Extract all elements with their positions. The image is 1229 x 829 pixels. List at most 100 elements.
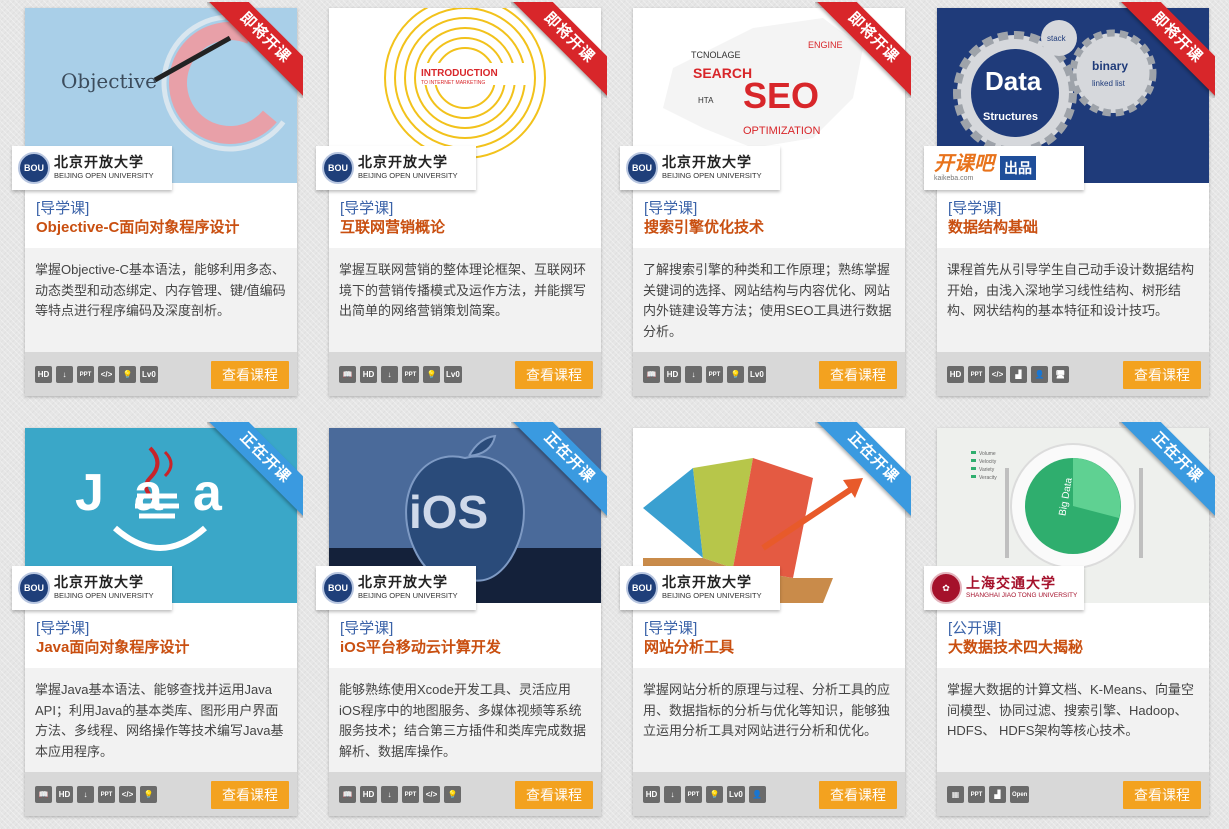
course-description: 能够熟练使用Xcode开发工具、灵活应用iOS程序中的地图服务、多媒体视频等系统… <box>329 668 601 772</box>
ppt-icon: PPT <box>968 786 985 803</box>
code-icon: </> <box>989 366 1006 383</box>
svg-text:OPTIMIZATION: OPTIMIZATION <box>743 125 820 137</box>
view-course-button[interactable]: 查看课程 <box>1123 361 1201 389</box>
status-ribbon: 即将开课 <box>511 2 607 98</box>
book-icon: 📖 <box>643 366 660 383</box>
book-icon: 📖 <box>35 786 52 803</box>
hd-icon: HD <box>664 366 681 383</box>
open-group-icon: Open <box>1010 786 1030 803</box>
download-icon: ↓ <box>381 366 398 383</box>
view-course-button[interactable]: 查看课程 <box>211 781 289 809</box>
view-course-button[interactable]: 查看课程 <box>515 781 593 809</box>
course-description: 掌握Java基本语法、能够查找并运用Java API；利用Java的基本类库、图… <box>25 668 297 772</box>
user-check-icon: 👤 <box>1031 366 1048 383</box>
hd-icon: HD <box>947 366 964 383</box>
im-thumb-subtitle: TO INTERNET MARKETING <box>421 80 485 86</box>
course-card[interactable]: Jaa 正在开课 BOU 北京开放大学 BEIJING OPEN UNIVERSI… <box>12 422 303 816</box>
course-title[interactable]: 互联网营销概论 <box>340 218 445 238</box>
hd-icon: HD <box>643 786 660 803</box>
course-type: [导学课] <box>948 200 1002 217</box>
view-course-button[interactable]: 查看课程 <box>211 361 289 389</box>
lightbulb-icon: 💡 <box>140 786 157 803</box>
course-footer: HD ↓ PPT </> 💡 Lv0 查看课程 <box>25 352 297 396</box>
course-title[interactable]: 数据结构基础 <box>948 218 1038 238</box>
course-footer: 📖 HD ↓ PPT 💡 Lv0 查看课程 <box>329 352 601 396</box>
svg-text:stack: stack <box>1047 34 1067 43</box>
course-footer: 📖 HD ↓ PPT </> 💡 查看课程 <box>329 772 601 816</box>
course-description: 掌握网站分析的原理与过程、分析工具的应用、数据指标的分析与优化等知识，能够独立运… <box>633 668 905 772</box>
lightbulb-icon: 💡 <box>423 366 440 383</box>
status-ribbon: 即将开课 <box>207 2 303 98</box>
course-title[interactable]: 大数据技术四大揭秘 <box>948 638 1083 658</box>
beijing-open-university-logo: BOU 北京开放大学 BEIJING OPEN UNIVERSITY <box>316 146 476 190</box>
course-type: [导学课] <box>340 620 394 637</box>
course-title[interactable]: iOS平台移动云计算开发 <box>340 638 501 658</box>
course-grid: Objective 即将开课 BOU 北京开放大学 BEIJING OPEN UN… <box>0 0 1229 829</box>
kaikeba-logo: 开课吧 kaikeba.com 出品 <box>924 146 1084 190</box>
svg-text:Variety: Variety <box>979 467 995 473</box>
ppt-icon: PPT <box>98 786 115 803</box>
beijing-open-university-logo: BOU 北京开放大学 BEIJING OPEN UNIVERSITY <box>620 566 780 610</box>
course-footer: 📖 HD ↓ PPT </> 💡 查看课程 <box>25 772 297 816</box>
ppt-icon: PPT <box>402 366 419 383</box>
course-title[interactable]: Objective-C面向对象程序设计 <box>36 218 239 238</box>
course-card[interactable]: Big Data Volume Velocity Variety Veracit… <box>924 422 1215 816</box>
course-type: [导学课] <box>644 620 698 637</box>
course-type: [导学课] <box>36 620 90 637</box>
course-footer: HD PPT </> ▟ 👤 🖥 查看课程 <box>937 352 1209 396</box>
course-title[interactable]: 网站分析工具 <box>644 638 734 658</box>
stairs-icon: ▟ <box>989 786 1006 803</box>
course-card[interactable]: SEARCH TCNOLAGE SEO OPTIMIZATION ENGINE … <box>620 2 911 396</box>
code-icon: </> <box>98 366 115 383</box>
hd-icon: HD <box>360 366 377 383</box>
course-title[interactable]: Java面向对象程序设计 <box>36 638 189 658</box>
download-icon: ↓ <box>664 786 681 803</box>
svg-text:HTA: HTA <box>698 96 714 105</box>
view-course-button[interactable]: 查看课程 <box>819 361 897 389</box>
ios-thumb-main: iOS <box>409 486 488 538</box>
download-icon: ↓ <box>77 786 94 803</box>
svg-text:TCNOLAGE: TCNOLAGE <box>691 50 741 60</box>
course-footer: HD ↓ PPT 💡 Lv0 👤 查看课程 <box>633 772 905 816</box>
course-title[interactable]: 搜索引擎优化技术 <box>644 218 764 238</box>
status-ribbon: 正在开课 <box>511 422 607 518</box>
ppt-icon: PPT <box>968 366 985 383</box>
code-icon: </> <box>119 786 136 803</box>
objc-thumb-text: Objective <box>61 69 157 93</box>
level-icon: Lv0 <box>748 366 766 383</box>
beijing-open-university-logo: BOU 北京开放大学 BEIJING OPEN UNIVERSITY <box>12 146 172 190</box>
view-course-button[interactable]: 查看课程 <box>515 361 593 389</box>
seo-thumb-main: SEO <box>743 75 819 116</box>
course-footer: 📖 HD ↓ PPT 💡 Lv0 查看课程 <box>633 352 905 396</box>
download-icon: ↓ <box>381 786 398 803</box>
hd-icon: HD <box>35 366 52 383</box>
svg-text:Veracity: Veracity <box>979 475 997 481</box>
code-icon: </> <box>423 786 440 803</box>
course-card[interactable]: INTRODUCTION TO INTERNET MARKETING 即将开课 … <box>316 2 607 396</box>
status-ribbon: 正在开课 <box>815 422 911 518</box>
status-ribbon: 正在开课 <box>207 422 303 518</box>
download-icon: ↓ <box>685 366 702 383</box>
level-icon: Lv0 <box>727 786 745 803</box>
course-type: [导学课] <box>36 200 90 217</box>
ppt-icon: PPT <box>402 786 419 803</box>
course-type: [导学课] <box>340 200 394 217</box>
lightbulb-icon: 💡 <box>706 786 723 803</box>
course-card[interactable]: iOS 正在开课 BOU 北京开放大学 BEIJING OPEN UNIVERSI… <box>316 422 607 816</box>
course-card[interactable]: Data Structures binary linked list stack… <box>924 2 1215 396</box>
course-description: 掌握大数据的计算文档、K-Means、向量空间模型、协同过滤、搜索引擎、Hado… <box>937 668 1209 772</box>
lightbulb-icon: 💡 <box>119 366 136 383</box>
beijing-open-university-logo: BOU 北京开放大学 BEIJING OPEN UNIVERSITY <box>12 566 172 610</box>
status-ribbon: 即将开课 <box>815 2 911 98</box>
lightbulb-icon: 💡 <box>444 786 461 803</box>
book-icon: 📖 <box>339 786 356 803</box>
course-description: 了解搜索引擎的种类和工作原理；熟练掌握关键词的选择、网站结构与内容优化、网站内外… <box>633 248 905 352</box>
hd-icon: HD <box>56 786 73 803</box>
ds-thumb-main: Data <box>985 66 1042 96</box>
view-course-button[interactable]: 查看课程 <box>1123 781 1201 809</box>
course-card[interactable]: Objective 即将开课 BOU 北京开放大学 BEIJING OPEN UN… <box>12 2 303 396</box>
course-card[interactable]: 正在开课 BOU 北京开放大学 BEIJING OPEN UNIVERSITY [… <box>620 422 911 816</box>
svg-text:Volume: Volume <box>979 451 996 457</box>
view-course-button[interactable]: 查看课程 <box>819 781 897 809</box>
stairs-icon: ▟ <box>1010 366 1027 383</box>
